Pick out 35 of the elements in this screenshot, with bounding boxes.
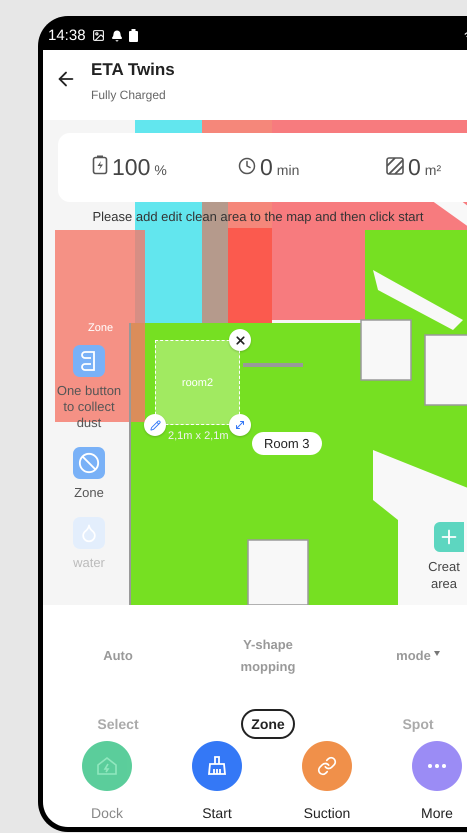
tool-button[interactable] [73,447,105,479]
tool-button[interactable] [73,345,105,377]
no-entry-icon [78,452,100,474]
image-icon [92,29,105,42]
more-icon [428,764,446,768]
device-title: ETA Twins [91,60,175,80]
stat-unit: % [154,162,167,178]
broom-icon [205,754,229,778]
zone-label: Zone [88,322,114,334]
stat-value: 100 [112,154,150,181]
tool-label: water [72,555,106,571]
bell-icon [110,30,123,42]
hint-text: Please add edit clean area to the map and then click start [92,209,424,224]
link-icon [317,756,337,776]
create-area-label: Creat area [427,558,461,592]
stat-value: 0 [260,154,273,181]
room-label: Room 3 [252,432,322,455]
device-status: Fully Charged [91,88,167,102]
zone-name: room2 [182,376,214,388]
stat-unit: m² [424,162,442,178]
mode-option[interactable]: mode [383,645,453,667]
selected-zone[interactable]: room2 [155,340,240,425]
battery-icon [92,155,108,175]
zone-size: 2,1m x 2,1m [168,430,229,442]
clean-type-tab[interactable]: Zone [241,709,295,739]
clock-icon [238,157,256,175]
tool-label: Zone [73,485,105,501]
house-bolt-icon [95,754,119,778]
mode-option[interactable]: Auto [83,645,153,667]
battery-status-icon [128,29,138,42]
hatched-square-icon [386,157,404,175]
mode-option[interactable]: Y-shape mopping [233,634,303,678]
status-time: 14:38 [48,27,86,44]
stat-value: 0 [408,154,421,181]
stat-unit: min [276,162,300,178]
